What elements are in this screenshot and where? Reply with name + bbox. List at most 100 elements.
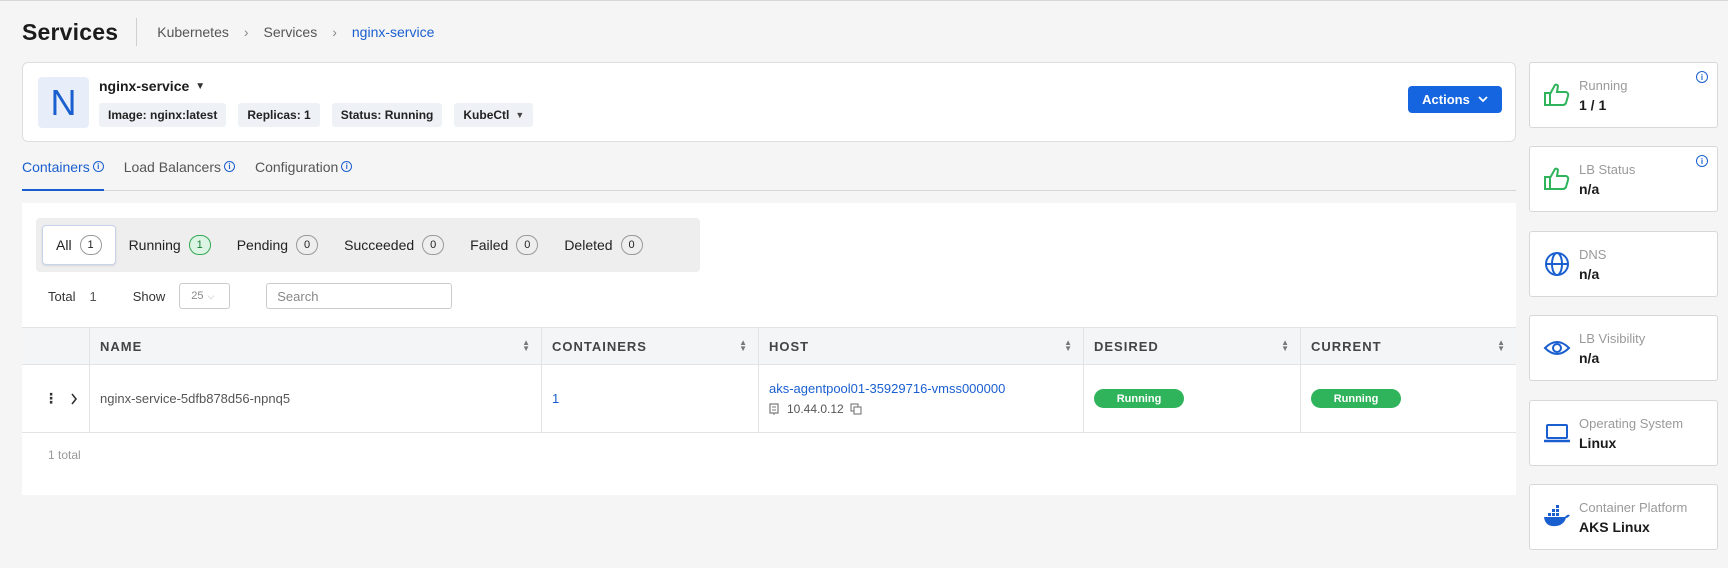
host-ip: 10.44.0.12 (769, 402, 862, 416)
status-filter-bar: All 1 Running 1 Pending 0 Succeeded 0 Fa… (36, 218, 700, 272)
kubectl-dropdown[interactable]: KubeCtl ▼ (454, 103, 534, 127)
cell-host: aks-agentpool01-35929716-vmss000000 10.4… (759, 365, 1084, 432)
column-label: CURRENT (1311, 338, 1382, 354)
filter-running[interactable]: Running 1 (116, 225, 224, 265)
filter-all[interactable]: All 1 (42, 225, 116, 265)
info-icon[interactable]: i (341, 161, 353, 172)
column-label: CONTAINERS (552, 338, 647, 354)
docker-icon (1544, 505, 1570, 527)
column-label: DESIRED (1094, 338, 1159, 354)
service-tags: Image: nginx:latest Replicas: 1 Status: … (99, 103, 534, 127)
info-icon[interactable]: i (1696, 155, 1708, 167)
copy-icon[interactable] (850, 403, 862, 415)
table-row: ⋮ nginx-service-5dfb878d56-npnq5 1 aks-a… (22, 365, 1516, 433)
containers-panel: All 1 Running 1 Pending 0 Succeeded 0 Fa… (22, 203, 1516, 495)
sort-icon[interactable]: ▲ ▼ (522, 339, 531, 353)
filter-label: Deleted (564, 237, 613, 253)
stat-label: Operating System (1579, 416, 1684, 431)
tab-load-balancers[interactable]: Load Balancers i (124, 159, 235, 191)
tab-bar: Containers i Load Balancers i Configurat… (22, 159, 1516, 191)
desired-status-badge: Running (1094, 389, 1184, 408)
column-header-containers[interactable]: CONTAINERS ▲ ▼ (542, 328, 759, 364)
globe-icon (1545, 252, 1569, 276)
laptop-icon (1544, 424, 1570, 443)
cell-desired: Running (1084, 365, 1301, 432)
chevron-down-icon: ▼ (195, 80, 206, 92)
sort-icon[interactable]: ▲ ▼ (1064, 339, 1073, 353)
column-header-host[interactable]: HOST ▲ ▼ (759, 328, 1084, 364)
filter-succeeded[interactable]: Succeeded 0 (331, 225, 457, 265)
stat-value: 1 / 1 (1579, 97, 1607, 113)
info-icon[interactable]: i (92, 161, 104, 172)
breadcrumb-kubernetes[interactable]: Kubernetes (157, 24, 229, 40)
filter-failed[interactable]: Failed 0 (457, 225, 551, 265)
column-header-current[interactable]: CURRENT ▲ ▼ (1301, 328, 1516, 364)
filter-label: Running (128, 237, 181, 253)
chevron-right-icon: › (243, 24, 249, 40)
chevron-right-icon[interactable] (70, 393, 78, 405)
tab-containers[interactable]: Containers i (22, 159, 104, 191)
stat-card-running: Running 1 / 1 i (1529, 62, 1718, 128)
info-icon[interactable]: i (224, 161, 235, 172)
filter-count: 0 (516, 235, 539, 255)
actions-button[interactable]: Actions (1408, 86, 1502, 113)
containers-link[interactable]: 1 (552, 391, 559, 406)
column-label: HOST (769, 338, 810, 354)
current-status-badge: Running (1311, 389, 1401, 408)
info-icon[interactable]: i (1696, 71, 1708, 83)
sort-icon[interactable]: ▲ ▼ (739, 339, 748, 353)
sort-icon[interactable]: ▲ ▼ (1281, 339, 1290, 353)
column-header-desired[interactable]: DESIRED ▲ ▼ (1084, 328, 1301, 364)
total-value: 1 (89, 288, 97, 304)
stat-card-dns: DNS n/a (1529, 231, 1718, 297)
page-size-value: 25 (191, 290, 204, 302)
service-avatar: N (38, 77, 89, 128)
tab-configuration[interactable]: Configuration i (255, 159, 353, 191)
filter-count: 0 (620, 235, 643, 255)
service-name-dropdown[interactable]: nginx-service ▼ (99, 78, 205, 94)
stat-label: LB Visibility (1579, 331, 1646, 346)
page-size-select[interactable]: 25 ⌵ (179, 283, 231, 309)
filter-count: 0 (296, 235, 319, 255)
filter-pending[interactable]: Pending 0 (224, 225, 331, 265)
containers-table: NAME ▲ ▼ CONTAINERS ▲ ▼ HOST ▲ ▼ DESIRED ▲ ▼… (22, 327, 1516, 433)
chevron-right-icon: › (332, 24, 337, 40)
sort-icon[interactable]: ▲ ▼ (1497, 339, 1506, 353)
table-toolbar: Total 1 Show 25 ⌵ (48, 283, 453, 309)
filter-label: All (56, 237, 72, 253)
header-tools (22, 328, 90, 364)
stat-value: AKS Linux (1579, 519, 1650, 535)
filter-count: 1 (79, 235, 102, 255)
service-name: nginx-service (99, 78, 190, 94)
cell-current: Running (1301, 365, 1516, 432)
tab-configuration-label: Configuration (255, 159, 339, 175)
page-header: Services Kubernetes › Services › nginx-s… (22, 15, 434, 49)
stat-card-lb-visibility: LB Visibility n/a (1529, 315, 1718, 381)
tab-containers-label: Containers (22, 159, 90, 175)
cell-containers: 1 (542, 365, 759, 432)
filter-count: 1 (188, 235, 211, 255)
thumbs-up-icon (1544, 167, 1570, 190)
column-header-name[interactable]: NAME ▲ ▼ (90, 328, 542, 364)
stat-value: n/a (1579, 181, 1600, 197)
breadcrumb-current[interactable]: nginx-service (352, 24, 434, 40)
stat-label: Running (1579, 78, 1628, 93)
ip-address: 10.44.0.12 (787, 402, 844, 416)
search-input[interactable] (266, 283, 453, 309)
stat-label: LB Status (1579, 162, 1636, 177)
replicas-tag: Replicas: 1 (238, 103, 320, 127)
host-link[interactable]: aks-agentpool01-35929716-vmss000000 (769, 381, 1005, 396)
server-icon (769, 402, 779, 415)
kebab-menu-icon[interactable]: ⋮ (44, 390, 58, 407)
stat-label: Container Platform (1579, 500, 1688, 515)
filter-deleted[interactable]: Deleted 0 (551, 225, 655, 265)
filter-count: 0 (422, 235, 445, 255)
show-label: Show (132, 288, 166, 304)
status-tag: Status: Running (331, 103, 443, 127)
breadcrumb-services[interactable]: Services (264, 24, 318, 40)
row-tools: ⋮ (22, 365, 90, 432)
chevron-down-icon (1478, 96, 1488, 103)
chevron-down-icon: ▼ (515, 110, 525, 120)
eye-icon (1543, 341, 1571, 355)
table-header: NAME ▲ ▼ CONTAINERS ▲ ▼ HOST ▲ ▼ DESIRED ▲ ▼… (22, 327, 1516, 365)
